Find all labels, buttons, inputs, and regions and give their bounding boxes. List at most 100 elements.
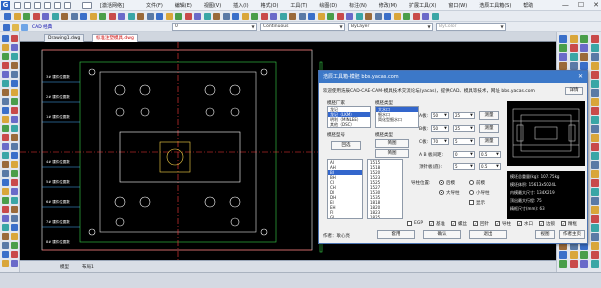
modify-tool-icon[interactable] (590, 44, 599, 52)
toolbar-tool-icon[interactable] (80, 13, 87, 20)
layer-manager-icon[interactable] (3, 24, 10, 31)
menu-item[interactable]: 编辑(E) (169, 2, 198, 9)
large-guide-radio[interactable] (439, 190, 444, 195)
modify-tool-icon[interactable] (590, 143, 599, 151)
toolbar-tool-icon[interactable] (51, 13, 59, 20)
modify-tool-icon[interactable] (590, 53, 599, 61)
draw-tool-icon[interactable] (11, 71, 18, 78)
draw-tool-icon[interactable] (2, 242, 9, 249)
modify-tool-icon[interactable] (590, 224, 599, 232)
sketch-button-2[interactable]: 简图 (375, 149, 409, 158)
lineweight-combo[interactable]: ByLayer ▼ (348, 23, 433, 31)
toolbar-tool-icon[interactable] (346, 13, 353, 20)
draw-tool-icon[interactable] (2, 206, 9, 213)
draw-tool-icon[interactable] (11, 134, 18, 141)
modify-tool-icon[interactable] (590, 71, 599, 79)
component-checkbox[interactable]: ✓ (473, 221, 478, 226)
modify-tool-icon[interactable] (590, 98, 599, 106)
modify-tool-icon[interactable] (559, 251, 567, 259)
modify-tool-icon[interactable] (590, 35, 599, 43)
menu-item[interactable]: 标注(N) (343, 2, 373, 9)
toolbar-tool-icon[interactable] (298, 13, 306, 20)
modify-tool-icon[interactable] (590, 215, 599, 223)
modify-tool-icon[interactable] (580, 62, 588, 70)
toolbar-tool-icon[interactable] (137, 13, 144, 20)
menu-item[interactable]: 插入(I) (227, 2, 254, 9)
modify-tool-icon[interactable] (569, 62, 578, 70)
modify-tool-icon[interactable] (590, 80, 599, 88)
modify-tool-icon[interactable] (559, 35, 567, 43)
menu-item[interactable]: 视图(V) (198, 2, 227, 9)
draw-tool-icon[interactable] (2, 107, 9, 114)
menu-item[interactable]: 窗口(W) (442, 2, 473, 9)
list-item[interactable]: GI (328, 215, 362, 218)
draw-tool-icon[interactable] (11, 35, 18, 42)
mold-series-list[interactable]: 大水口 细水口 简化型细水口 (375, 106, 419, 128)
draw-tool-icon[interactable] (2, 80, 9, 87)
toolbar-tool-icon[interactable] (403, 13, 410, 20)
minimize-button[interactable]: — (562, 1, 569, 9)
draw-tool-icon[interactable] (11, 80, 18, 87)
draw-tool-icon[interactable] (11, 224, 18, 231)
modify-tool-icon[interactable] (590, 152, 599, 160)
draw-tool-icon[interactable] (11, 215, 18, 222)
modify-tool-icon[interactable] (580, 260, 588, 268)
modify-tool-icon[interactable] (580, 251, 588, 259)
draw-tool-icon[interactable] (2, 224, 9, 231)
draw-tool-icon[interactable] (11, 53, 18, 60)
app-logo-icon[interactable]: G (1, 1, 10, 10)
toolbar-tool-icon[interactable] (374, 13, 382, 20)
draw-tool-icon[interactable] (11, 233, 18, 240)
toolbar-tool-icon[interactable] (165, 13, 173, 20)
toolbar-tool-icon[interactable] (327, 13, 334, 20)
exit-button[interactable]: 退出 (469, 230, 507, 239)
toolbar-tool-icon[interactable] (42, 13, 49, 20)
new-icon[interactable] (14, 2, 21, 9)
draw-tool-icon[interactable] (2, 251, 9, 258)
layer-combo[interactable]: 0 ▼ (172, 23, 257, 31)
modify-tool-icon[interactable] (559, 53, 567, 61)
toolbar-tool-icon[interactable] (4, 13, 11, 20)
toolbar-tool-icon[interactable] (222, 13, 230, 20)
draw-tool-icon[interactable] (11, 206, 18, 213)
toolbar-tool-icon[interactable] (32, 13, 40, 20)
modify-tool-icon[interactable] (590, 89, 599, 97)
modify-tool-icon[interactable] (590, 107, 599, 115)
modify-tool-icon[interactable] (590, 260, 599, 268)
rear-mold-radio[interactable] (439, 180, 444, 185)
display-checkbox[interactable] (469, 200, 474, 205)
color-combo[interactable]: ByColor ▼ (436, 23, 506, 31)
draw-tool-icon[interactable] (2, 125, 9, 132)
toolbar-tool-icon[interactable] (422, 13, 429, 20)
draw-tool-icon[interactable] (2, 62, 9, 69)
toolbar-tool-icon[interactable] (365, 13, 372, 20)
model-list[interactable]: AI AH BI BH CI CH DI DH EI EH FI GI (327, 159, 363, 219)
draw-tool-icon[interactable] (11, 107, 18, 114)
menu-item[interactable]: 工具(T) (284, 2, 313, 9)
draw-tool-icon[interactable] (11, 98, 18, 105)
plate-b-option[interactable]: 25 ▼ (453, 125, 475, 132)
menu-item[interactable]: 修改(M) (373, 2, 403, 9)
toolbar-tool-icon[interactable] (127, 13, 135, 20)
modify-tool-icon[interactable] (590, 233, 599, 241)
toolbar-tool-icon[interactable] (289, 13, 296, 20)
draw-tool-icon[interactable] (2, 197, 9, 204)
toolbar-tool-icon[interactable] (175, 13, 182, 20)
details-button[interactable]: 详情 (565, 87, 583, 95)
modify-tool-icon[interactable] (559, 62, 567, 70)
toolbar-tool-icon[interactable] (384, 13, 391, 20)
modify-tool-icon[interactable] (590, 197, 599, 205)
draw-tool-icon[interactable] (11, 152, 18, 159)
component-checkbox[interactable] (407, 221, 412, 226)
component-checkbox[interactable]: ✓ (495, 221, 500, 226)
toolbar-tool-icon[interactable] (251, 13, 258, 20)
open-icon[interactable] (24, 2, 31, 9)
toolbar-tool-icon[interactable] (203, 13, 211, 20)
small-guide-radio[interactable] (469, 190, 474, 195)
draw-tool-icon[interactable] (2, 89, 9, 96)
modify-tool-icon[interactable] (559, 260, 567, 268)
toolbar-tool-icon[interactable] (355, 13, 363, 20)
draw-tool-icon[interactable] (11, 161, 18, 168)
toolbar-tool-icon[interactable] (232, 13, 239, 20)
toolbar-tool-icon[interactable] (184, 13, 192, 20)
